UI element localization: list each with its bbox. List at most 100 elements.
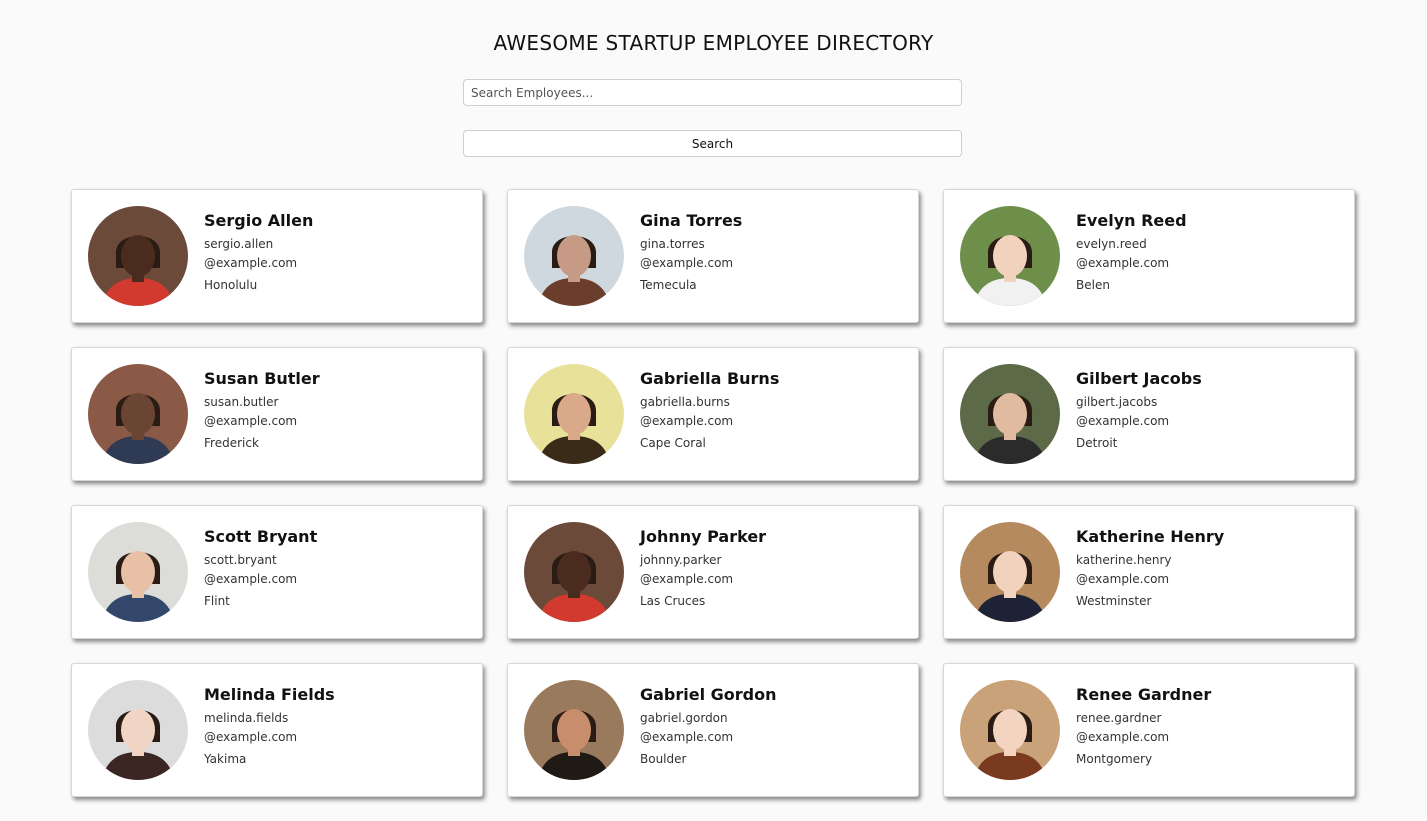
employee-city: Frederick	[204, 436, 259, 450]
employee-name: Johnny Parker	[640, 527, 767, 546]
employee-avatar	[960, 364, 1060, 464]
employee-name: Gina Torres	[640, 211, 743, 230]
employee-email-domain: @example.com	[640, 414, 734, 428]
employee-city: Belen	[1076, 278, 1110, 292]
employee-card[interactable]: Scott Bryant scott.bryant @example.com F…	[71, 505, 483, 639]
employee-city: Temecula	[640, 278, 697, 292]
page-title: AWESOME STARTUP EMPLOYEE DIRECTORY	[493, 31, 934, 55]
employee-info: Renee Gardner renee.gardner @example.com…	[1076, 684, 1211, 769]
employee-card[interactable]: Gabriella Burns gabriella.burns @example…	[507, 347, 919, 481]
employee-city: Cape Coral	[640, 436, 706, 450]
employee-name: Melinda Fields	[204, 685, 335, 704]
person-photo-icon	[524, 680, 624, 780]
employee-card[interactable]: Johnny Parker johnny.parker @example.com…	[507, 505, 919, 639]
employee-card[interactable]: Susan Butler susan.butler @example.com F…	[71, 347, 483, 481]
person-photo-icon	[88, 680, 188, 780]
employee-avatar	[524, 680, 624, 780]
employee-email-user: evelyn.reed	[1076, 237, 1147, 251]
employee-email-user: gabriella.burns	[640, 395, 730, 409]
employee-avatar	[960, 680, 1060, 780]
employee-info: Gina Torres gina.torres @example.com Tem…	[640, 210, 742, 295]
person-photo-icon	[960, 206, 1060, 306]
employee-info: Johnny Parker johnny.parker @example.com…	[640, 526, 766, 611]
employee-name: Scott Bryant	[204, 527, 318, 546]
employee-name: Sergio Allen	[204, 211, 314, 230]
person-photo-icon	[88, 522, 188, 622]
employee-name: Susan Butler	[204, 369, 320, 388]
employee-email-domain: @example.com	[1076, 572, 1170, 586]
employee-info: Melinda Fields melinda.fields @example.c…	[204, 684, 335, 769]
employee-email-domain: @example.com	[640, 256, 734, 270]
employee-card[interactable]: Evelyn Reed evelyn.reed @example.com Bel…	[943, 189, 1355, 323]
search-input[interactable]	[463, 79, 962, 106]
person-photo-icon	[524, 206, 624, 306]
employee-city: Boulder	[640, 752, 687, 766]
search-button[interactable]: Search	[463, 130, 962, 157]
employee-card[interactable]: Renee Gardner renee.gardner @example.com…	[943, 663, 1355, 797]
employee-grid: Sergio Allen sergio.allen @example.com H…	[71, 189, 1355, 797]
employee-avatar	[960, 522, 1060, 622]
employee-card[interactable]: Gina Torres gina.torres @example.com Tem…	[507, 189, 919, 323]
employee-info: Sergio Allen sergio.allen @example.com H…	[204, 210, 313, 295]
employee-city: Yakima	[204, 752, 247, 766]
employee-city: Detroit	[1076, 436, 1118, 450]
employee-avatar	[960, 206, 1060, 306]
employee-name: Evelyn Reed	[1076, 211, 1187, 230]
employee-info: Gabriella Burns gabriella.burns @example…	[640, 368, 779, 453]
employee-email-user: gabriel.gordon	[640, 711, 728, 725]
person-photo-icon	[960, 680, 1060, 780]
employee-email-user: katherine.henry	[1076, 553, 1172, 567]
employee-card[interactable]: Melinda Fields melinda.fields @example.c…	[71, 663, 483, 797]
employee-city: Las Cruces	[640, 594, 706, 608]
employee-info: Gilbert Jacobs gilbert.jacobs @example.c…	[1076, 368, 1202, 453]
employee-email-user: scott.bryant	[204, 553, 277, 567]
employee-avatar	[524, 206, 624, 306]
employee-email-user: renee.gardner	[1076, 711, 1162, 725]
employee-email-domain: @example.com	[1076, 730, 1170, 744]
employee-city: Honolulu	[204, 278, 258, 292]
employee-email-domain: @example.com	[204, 572, 298, 586]
person-photo-icon	[960, 364, 1060, 464]
employee-avatar	[524, 364, 624, 464]
employee-info: Gabriel Gordon gabriel.gordon @example.c…	[640, 684, 777, 769]
person-photo-icon	[88, 206, 188, 306]
employee-email-user: susan.butler	[204, 395, 279, 409]
employee-name: Gilbert Jacobs	[1076, 369, 1202, 388]
employee-info: Susan Butler susan.butler @example.com F…	[204, 368, 320, 453]
employee-email-domain: @example.com	[204, 730, 298, 744]
employee-avatar	[88, 522, 188, 622]
employee-avatar	[88, 206, 188, 306]
employee-email-domain: @example.com	[1076, 256, 1170, 270]
employee-name: Gabriel Gordon	[640, 685, 777, 704]
employee-card[interactable]: Sergio Allen sergio.allen @example.com H…	[71, 189, 483, 323]
employee-email-user: sergio.allen	[204, 237, 274, 251]
employee-info: Scott Bryant scott.bryant @example.com F…	[204, 526, 317, 611]
employee-name: Katherine Henry	[1076, 527, 1225, 546]
employee-email-domain: @example.com	[640, 572, 734, 586]
employee-city: Westminster	[1076, 594, 1152, 608]
employee-card[interactable]: Gabriel Gordon gabriel.gordon @example.c…	[507, 663, 919, 797]
employee-name: Gabriella Burns	[640, 369, 780, 388]
employee-email-user: melinda.fields	[204, 711, 289, 725]
person-photo-icon	[88, 364, 188, 464]
employee-email-user: johnny.parker	[640, 553, 722, 567]
employee-avatar	[88, 680, 188, 780]
employee-email-user: gilbert.jacobs	[1076, 395, 1158, 409]
employee-city: Montgomery	[1076, 752, 1153, 766]
person-photo-icon	[524, 522, 624, 622]
person-photo-icon	[524, 364, 624, 464]
employee-email-domain: @example.com	[204, 256, 298, 270]
employee-email-domain: @example.com	[1076, 414, 1170, 428]
employee-info: Evelyn Reed evelyn.reed @example.com Bel…	[1076, 210, 1187, 295]
employee-info: Katherine Henry katherine.henry @example…	[1076, 526, 1224, 611]
employee-email-user: gina.torres	[640, 237, 705, 251]
employee-avatar	[524, 522, 624, 622]
employee-card[interactable]: Gilbert Jacobs gilbert.jacobs @example.c…	[943, 347, 1355, 481]
employee-avatar	[88, 364, 188, 464]
employee-card[interactable]: Katherine Henry katherine.henry @example…	[943, 505, 1355, 639]
person-photo-icon	[960, 522, 1060, 622]
employee-email-domain: @example.com	[204, 414, 298, 428]
employee-city: Flint	[204, 594, 230, 608]
employee-email-domain: @example.com	[640, 730, 734, 744]
employee-name: Renee Gardner	[1076, 685, 1212, 704]
